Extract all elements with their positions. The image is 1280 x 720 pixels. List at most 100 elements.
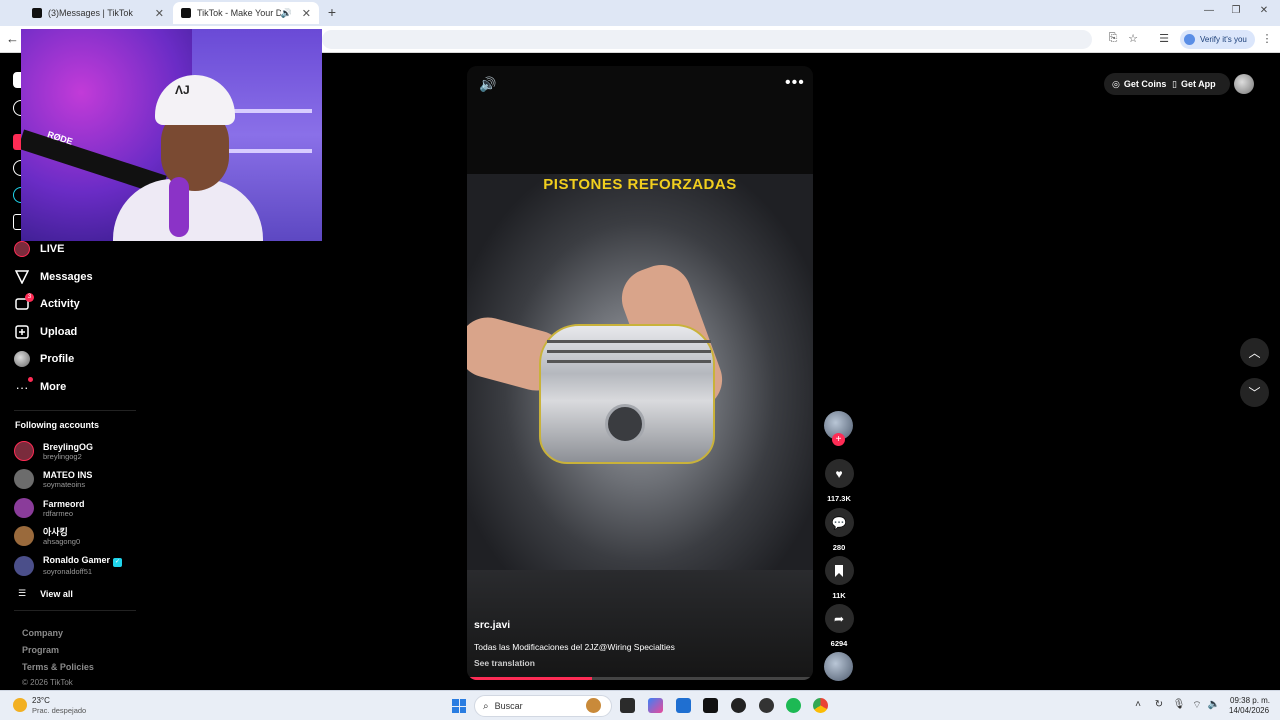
sidebar-item-profile[interactable]: Profile: [14, 349, 74, 369]
account-handle: rdfarmeo: [43, 508, 74, 518]
sun-icon[interactable]: [13, 698, 27, 712]
more-options-icon[interactable]: •••: [785, 74, 805, 92]
tab-tiktok-home[interactable]: TikTok - Make Your Day 🔊 ✕: [173, 2, 319, 24]
volume-icon[interactable]: 🔊: [479, 76, 496, 93]
microphone: [169, 177, 189, 237]
get-app-button[interactable]: ▯ Get App: [1168, 73, 1230, 95]
footer-link-terms[interactable]: Terms & Policies: [22, 662, 94, 672]
streamer-webcam: RØDE ΛJ: [21, 29, 322, 241]
app-icon[interactable]: [731, 698, 746, 713]
wifi-icon[interactable]: ⌔: [1190, 699, 1204, 712]
account-name: 아사킹: [43, 526, 68, 537]
sidebar-item-upload[interactable]: Upload: [14, 322, 77, 342]
tiktok-favicon-icon: [181, 8, 191, 18]
video-player[interactable]: PISTONES REFORZADAS 🔊 ••• src.javi Todas…: [467, 66, 813, 680]
video-top-area: [467, 66, 813, 174]
video-author[interactable]: src.javi: [474, 619, 510, 631]
piston: [539, 324, 715, 464]
save-button[interactable]: 11K: [824, 556, 854, 600]
speaker-icon[interactable]: 🔈: [1207, 699, 1221, 710]
piston-ring: [547, 340, 711, 343]
spotify-icon[interactable]: [786, 698, 801, 713]
more-dots-icon: ···: [14, 377, 33, 395]
music-disc-icon[interactable]: [824, 652, 853, 681]
profile-avatar-icon: [1184, 34, 1195, 45]
back-arrow-icon[interactable]: ←: [6, 31, 19, 46]
coin-icon: ◎: [1112, 78, 1120, 89]
task-view-icon[interactable]: [620, 698, 635, 713]
chrome-icon[interactable]: [813, 698, 828, 713]
footer-link-program[interactable]: Program: [22, 645, 59, 655]
notification-dot: [28, 377, 33, 382]
comment-button[interactable]: 💬 280: [824, 508, 854, 552]
install-app-icon[interactable]: ⎘: [1106, 32, 1120, 45]
get-coins-button[interactable]: ◎ Get Coins: [1104, 73, 1171, 95]
account-handle: ahsagong0: [43, 536, 81, 546]
chevron-up-icon[interactable]: ˄: [1131, 699, 1145, 710]
see-translation-link[interactable]: See translation: [474, 658, 535, 668]
paper-plane-icon: [14, 269, 30, 285]
activity-icon: 3: [14, 293, 34, 312]
footer-link-company[interactable]: Company: [22, 628, 63, 638]
obs-icon[interactable]: [759, 698, 774, 713]
widgets-icon[interactable]: [586, 698, 601, 713]
follow-plus-icon[interactable]: +: [832, 433, 845, 446]
sidebar-item-label: Activity: [40, 298, 80, 310]
search-icon: ⌕: [483, 700, 489, 712]
tab-messages[interactable]: (3)Messages | TikTok ✕: [24, 2, 172, 24]
address-bar[interactable]: [322, 30, 1092, 49]
avatar: [14, 526, 34, 546]
previous-video-button[interactable]: ︿: [1240, 338, 1269, 367]
weather-desc[interactable]: Prac. despejado: [32, 706, 86, 715]
sidebar-item-activity[interactable]: 3 Activity: [14, 293, 80, 314]
following-account[interactable]: BreylingOG breylingog2: [14, 441, 93, 461]
close-tab-icon[interactable]: ✕: [302, 7, 311, 20]
minimize-icon[interactable]: —: [1202, 5, 1216, 16]
view-all-button[interactable]: ☰ View all: [18, 588, 73, 599]
weather-temp[interactable]: 23°C: [32, 696, 50, 705]
following-account[interactable]: MATEO INS soymateoins: [14, 469, 92, 489]
clock-time[interactable]: 09:38 p. m.: [1230, 696, 1270, 705]
video-overlay-title: PISTONES REFORZADAS: [543, 176, 737, 193]
avatar[interactable]: [1234, 74, 1254, 94]
copyright: © 2026 TikTok: [22, 678, 73, 687]
following-account[interactable]: Farmeord rdfarmeo: [14, 498, 85, 518]
terminal-icon[interactable]: [703, 698, 718, 713]
video-progress-bar[interactable]: [467, 677, 813, 680]
divider: [14, 610, 136, 611]
store-icon[interactable]: [676, 698, 691, 713]
copilot-icon[interactable]: [648, 698, 663, 713]
sidebar-item-label: Messages: [40, 271, 93, 283]
clock-date[interactable]: 14/04/2026: [1229, 706, 1269, 715]
new-tab-button[interactable]: +: [324, 4, 340, 20]
share-arrow-icon: ➦: [824, 604, 854, 633]
video-frame[interactable]: [467, 174, 813, 570]
windows-start-icon[interactable]: [452, 699, 466, 713]
sync-icon[interactable]: ↻: [1152, 699, 1166, 710]
account-handle: breylingog2: [43, 451, 82, 461]
tab-search-icon[interactable]: ☰: [1157, 32, 1171, 45]
close-tab-icon[interactable]: ✕: [155, 7, 164, 20]
video-progress-fill: [467, 677, 592, 680]
activity-badge: 3: [25, 293, 34, 302]
share-button[interactable]: ➦ 6294: [824, 604, 854, 648]
following-account[interactable]: Ronaldo Gamer ✓ soyronaldoff51: [14, 555, 123, 576]
maximize-icon[interactable]: ❐: [1229, 5, 1243, 16]
close-window-icon[interactable]: ✕: [1257, 5, 1271, 16]
comment-icon: 💬: [824, 508, 854, 537]
tab-audio-icon[interactable]: 🔊: [281, 8, 292, 19]
verify-profile-button[interactable]: Verify it's you: [1180, 30, 1255, 49]
account-name: MATEO INS: [43, 469, 93, 480]
avatar: [14, 469, 34, 489]
sidebar-item-messages[interactable]: Messages: [14, 267, 93, 287]
following-account[interactable]: 아사킹 ahsagong0: [14, 526, 80, 546]
account-handle: soyronaldoff51: [43, 567, 93, 576]
sidebar-item-live[interactable]: LIVE: [14, 239, 64, 259]
like-button[interactable]: ♥ 117.3K: [824, 459, 854, 503]
next-video-button[interactable]: ﹀: [1240, 378, 1269, 407]
sidebar-item-more[interactable]: ··· More: [14, 377, 66, 397]
browser-menu-icon[interactable]: ⋮: [1260, 32, 1274, 45]
microphone-icon[interactable]: 🎙: [1172, 699, 1186, 710]
like-count: 117.3K: [827, 494, 851, 503]
bookmark-star-icon[interactable]: ☆: [1126, 32, 1140, 45]
